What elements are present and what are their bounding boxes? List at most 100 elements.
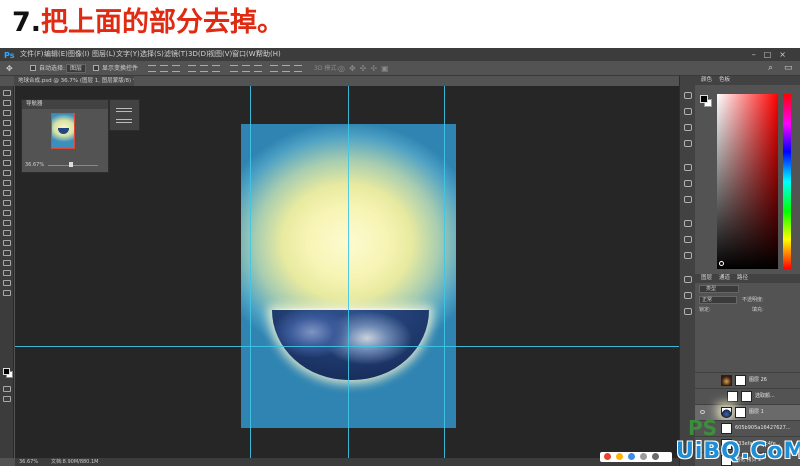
tab-paths[interactable]: 路径 [737,274,748,283]
search-icon[interactable]: ⌕ [768,61,773,76]
layer-mask-thumbnail[interactable] [735,407,746,418]
guide-horizontal[interactable] [15,346,679,347]
info-panel-icon[interactable] [684,108,692,115]
layer-mask-thumbnail[interactable] [735,375,746,386]
quick-mask-icon[interactable] [3,386,11,392]
auto-select-dropdown[interactable]: 图层 [66,64,87,73]
navigator-title[interactable]: 导航器 [22,100,108,109]
foreground-color-swatch[interactable] [3,368,10,375]
layer-name[interactable]: 605b905a16427627... [735,421,795,436]
status-zoom[interactable]: 36.67% [19,458,38,466]
styles-icon[interactable] [684,180,692,187]
align-middle-icon[interactable] [160,65,168,72]
distribute-left-icon[interactable] [270,65,278,72]
history-brush-tool-icon[interactable] [3,180,11,186]
pen-tool-icon[interactable] [3,230,11,236]
timeline-icon[interactable] [684,308,692,315]
distribute-top-icon[interactable] [230,65,238,72]
menu-edit[interactable]: 编辑(E) [44,48,68,61]
align-center-icon[interactable] [200,65,208,72]
menu-type[interactable]: 文字(Y) [116,48,140,61]
layer-name[interactable]: 选取颜... [755,389,795,404]
workspace-icon[interactable]: ▭ [784,61,793,76]
histogram-icon[interactable] [116,108,132,112]
glyphs-icon[interactable] [684,252,692,259]
distribute-right-icon[interactable] [294,65,302,72]
path-select-tool-icon[interactable] [3,250,11,256]
menu-3d[interactable]: 3D(D) [188,48,209,61]
distribute-middle-icon[interactable] [242,65,250,72]
marquee-tool-icon[interactable] [3,100,11,106]
visibility-eye-icon[interactable] [700,410,705,414]
edit-toolbar-icon[interactable] [3,290,11,296]
paths-icon[interactable] [684,292,692,299]
history-panel-icon[interactable] [684,92,692,99]
menu-select[interactable]: 选择(S) [140,48,164,61]
document-tab[interactable]: 地球合成.psd @ 36.7% (图层 1, 图层蒙版/8) * [14,76,134,86]
color-saturation-field[interactable] [717,94,778,269]
layer-mask-thumbnail[interactable] [741,391,752,402]
type-tool-icon[interactable] [3,240,11,246]
crop-tool-icon[interactable] [3,130,11,136]
tab-swatches[interactable]: 色板 [719,76,730,85]
align-right-icon[interactable] [212,65,220,72]
eyedropper-tool-icon[interactable] [3,140,11,146]
menu-help[interactable]: 帮助(H) [256,48,281,61]
blur-tool-icon[interactable] [3,210,11,216]
screen-mode-icon[interactable] [3,396,11,402]
tab-color[interactable]: 颜色 [701,76,712,85]
menu-layer[interactable]: 图层(L) [92,48,115,61]
move-tool-icon[interactable]: ✥ [6,61,13,76]
brush-panel-icon[interactable] [684,124,692,131]
eraser-tool-icon[interactable] [3,190,11,196]
guide-vertical-left[interactable] [250,86,251,458]
gradient-tool-icon[interactable] [3,200,11,206]
hue-slider[interactable] [783,94,791,269]
zoom-tool-icon[interactable] [3,280,11,286]
layer-row[interactable]: 图层 26 [695,372,800,388]
paragraph-panel-icon[interactable] [684,236,692,243]
actions-icon[interactable] [684,276,692,283]
document-workspace[interactable] [15,86,679,458]
adjustments-icon[interactable] [684,164,692,171]
color-picker-cursor[interactable] [719,261,724,266]
clone-stamp-tool-icon[interactable] [3,170,11,176]
menu-file[interactable]: 文件(F) [20,48,44,61]
distribute-center-icon[interactable] [282,65,290,72]
navigator-zoom[interactable]: 36.67% [25,162,44,168]
clone-source-icon[interactable] [684,140,692,147]
layer-filter-dropdown[interactable]: 类型 [699,285,739,293]
guide-vertical-right[interactable] [444,86,445,458]
layer-name[interactable]: 图层 26 [749,373,795,388]
menu-view[interactable]: 视图(V) [208,48,232,61]
navigator-zoom-knob[interactable] [69,162,73,167]
guide-vertical-center[interactable] [348,86,349,458]
layer-row[interactable]: 选取颜... [695,388,800,404]
character-panel-icon[interactable] [684,220,692,227]
healing-brush-tool-icon[interactable] [3,150,11,156]
auto-select-checkbox[interactable] [30,65,36,71]
layer-name[interactable]: 图层 1 [749,405,795,420]
window-controls[interactable]: –□× [752,48,794,61]
libraries-icon[interactable] [684,196,692,203]
hand-tool-icon[interactable] [3,270,11,276]
align-bottom-icon[interactable] [172,65,180,72]
tab-channels[interactable]: 通道 [719,274,730,283]
color-panel-foreground-swatch[interactable] [700,95,708,103]
3d-mode-icons[interactable]: ◎✥✣✢▣ [338,61,393,76]
move-tool-icon[interactable] [3,90,11,96]
tab-layers[interactable]: 图层 [701,274,712,283]
align-left-icon[interactable] [188,65,196,72]
blend-mode-dropdown[interactable]: 正常 [699,296,737,304]
quick-select-tool-icon[interactable] [3,120,11,126]
lasso-tool-icon[interactable] [3,110,11,116]
menu-image[interactable]: 图像(I) [68,48,90,61]
menu-filter[interactable]: 滤镜(T) [164,48,188,61]
distribute-bottom-icon[interactable] [254,65,262,72]
dodge-tool-icon[interactable] [3,220,11,226]
properties-icon[interactable] [116,119,132,123]
navigator-zoom-slider[interactable] [48,165,98,166]
brush-tool-icon[interactable] [3,160,11,166]
menu-window[interactable]: 窗口(W) [232,48,258,61]
show-transform-checkbox[interactable] [93,65,99,71]
